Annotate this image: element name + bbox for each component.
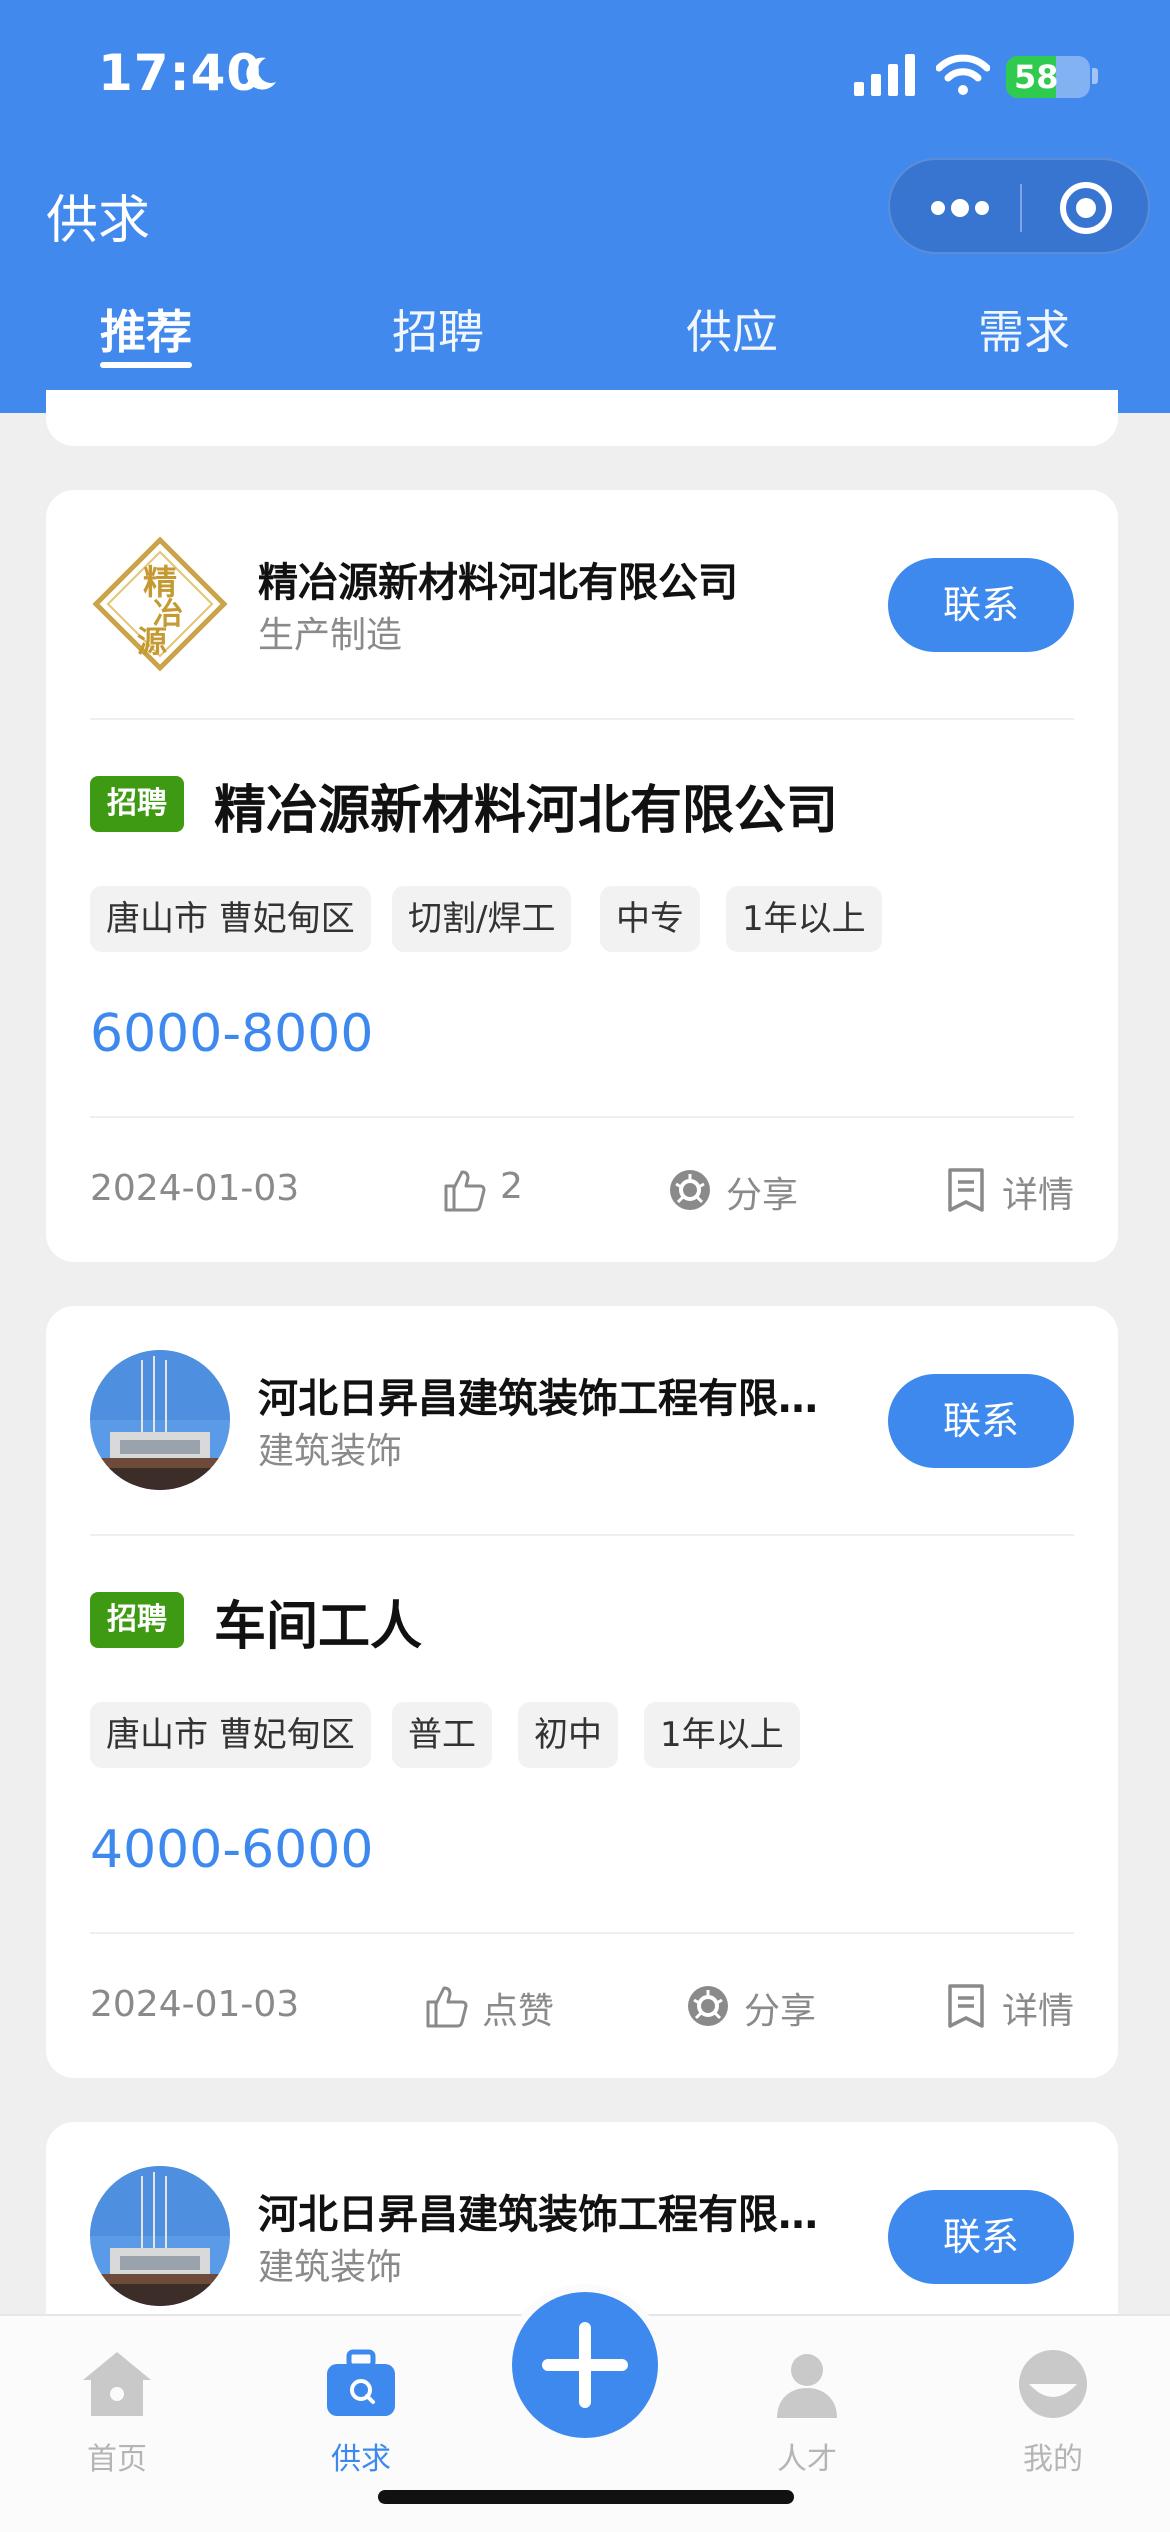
salary: 6000-8000	[90, 1004, 374, 1064]
detail-label: 详情	[1002, 1991, 1075, 2032]
home-icon	[83, 2352, 151, 2416]
company-industry: 生产制造	[258, 615, 403, 656]
nav-label: 我的	[1023, 2442, 1083, 2477]
battery-icon: 58	[1006, 56, 1090, 98]
header: 17:40 58 供求 推荐 招聘 供应 需求	[0, 0, 1170, 413]
tag-location: 唐山市 曹妃甸区	[90, 1702, 371, 1768]
person-icon	[777, 2354, 837, 2418]
battery-tip	[1092, 68, 1098, 84]
active-tab-indicator	[100, 362, 192, 368]
like-label: 点赞	[482, 1991, 555, 2032]
share-button[interactable]: 分享	[684, 1982, 844, 2032]
status-time: 17:40	[98, 44, 263, 102]
contact-button[interactable]: 联系	[888, 2190, 1074, 2284]
thumbs-up-icon	[444, 1170, 486, 1212]
share-icon	[688, 1986, 728, 2026]
close-target-icon[interactable]	[1058, 180, 1114, 236]
company-name: 河北日昇昌建筑装饰工程有限公司	[258, 1376, 818, 1422]
nav-talent[interactable]: 人才	[742, 2346, 872, 2478]
briefcase-icon	[327, 2349, 395, 2416]
contact-button[interactable]: 联系	[888, 558, 1074, 652]
tag-education: 中专	[600, 886, 700, 952]
company-name: 河北日昇昌建筑装饰工程有限公司	[258, 2192, 818, 2238]
thumbs-up-icon	[426, 1986, 468, 2028]
tab-bar: 推荐 招聘 供应 需求	[0, 296, 1170, 376]
home-indicator	[378, 2490, 794, 2504]
svg-text:源: 源	[137, 625, 167, 660]
previous-card-edge	[46, 390, 1118, 446]
divider	[90, 1116, 1074, 1118]
like-count: 2	[500, 1166, 523, 1207]
company-name: 精冶源新材料河北有限公司	[258, 560, 738, 606]
job-title: 车间工人	[214, 1597, 423, 1657]
moon-icon	[246, 57, 276, 90]
tag-experience: 1年以上	[644, 1702, 800, 1768]
divider	[90, 1534, 1074, 1536]
company-industry: 建筑装饰	[258, 1431, 403, 1472]
plus-icon	[542, 2322, 628, 2408]
job-card[interactable]: 河北日昇昌建筑装饰工程有限公司 建筑装饰 联系 招聘 车间工人 唐山市 曹妃甸区…	[46, 1306, 1118, 2078]
nav-home[interactable]: 首页	[52, 2346, 182, 2478]
share-label: 分享	[726, 1175, 799, 1216]
detail-button[interactable]: 详情	[942, 1982, 1092, 2032]
tag-job-type: 切割/焊工	[392, 886, 572, 952]
salary: 4000-6000	[90, 1820, 374, 1880]
nav-label: 首页	[87, 2442, 147, 2477]
post-date: 2024-01-03	[90, 1168, 300, 1209]
tab-recommend[interactable]: 推荐	[100, 296, 192, 362]
divider	[90, 1932, 1074, 1934]
tag-location: 唐山市 曹妃甸区	[90, 886, 371, 952]
share-button[interactable]: 分享	[666, 1166, 826, 1216]
wifi-icon	[936, 54, 990, 95]
company-logo: 精 冶 源	[90, 534, 230, 674]
nav-mine[interactable]: 我的	[988, 2346, 1118, 2478]
capsule-divider	[1020, 184, 1022, 232]
tab-supply[interactable]: 供应	[686, 296, 778, 362]
like-button[interactable]: 点赞	[422, 1982, 582, 2032]
signal-icon	[854, 54, 915, 96]
more-icon[interactable]	[930, 198, 990, 218]
battery-level: 58	[1014, 58, 1059, 96]
tab-demand[interactable]: 需求	[978, 296, 1070, 362]
post-date: 2024-01-03	[90, 1984, 300, 2025]
detail-icon	[948, 1984, 984, 2028]
detail-icon	[948, 1168, 984, 1212]
divider	[90, 718, 1074, 720]
detail-button[interactable]: 详情	[942, 1166, 1092, 1216]
tag-experience: 1年以上	[726, 886, 882, 952]
job-card[interactable]: 精 冶 源 精冶源新材料河北有限公司 生产制造 联系 招聘 精冶源新材料河北有限…	[46, 490, 1118, 1262]
share-icon	[670, 1170, 710, 1210]
contact-button[interactable]: 联系	[888, 1374, 1074, 1468]
share-label: 分享	[744, 1991, 817, 2032]
recruit-badge: 招聘	[90, 776, 184, 832]
company-logo	[90, 2166, 230, 2306]
publish-button[interactable]	[512, 2292, 658, 2438]
nav-supply-demand[interactable]: 供求	[296, 2346, 426, 2478]
company-industry: 建筑装饰	[258, 2247, 403, 2288]
tab-recruit[interactable]: 招聘	[392, 296, 484, 362]
like-button[interactable]: 2	[440, 1166, 560, 1216]
tag-education: 初中	[518, 1702, 618, 1768]
nav-label: 人才	[777, 2442, 837, 2477]
detail-label: 详情	[1002, 1175, 1075, 1216]
page-title: 供求	[46, 191, 151, 251]
tag-job-type: 普工	[392, 1702, 492, 1768]
recruit-badge: 招聘	[90, 1592, 184, 1648]
mini-program-capsule	[888, 158, 1150, 254]
company-logo	[90, 1350, 230, 1490]
job-title: 精冶源新材料河北有限公司	[214, 781, 839, 841]
nav-label: 供求	[331, 2442, 391, 2477]
profile-icon	[1019, 2350, 1087, 2418]
